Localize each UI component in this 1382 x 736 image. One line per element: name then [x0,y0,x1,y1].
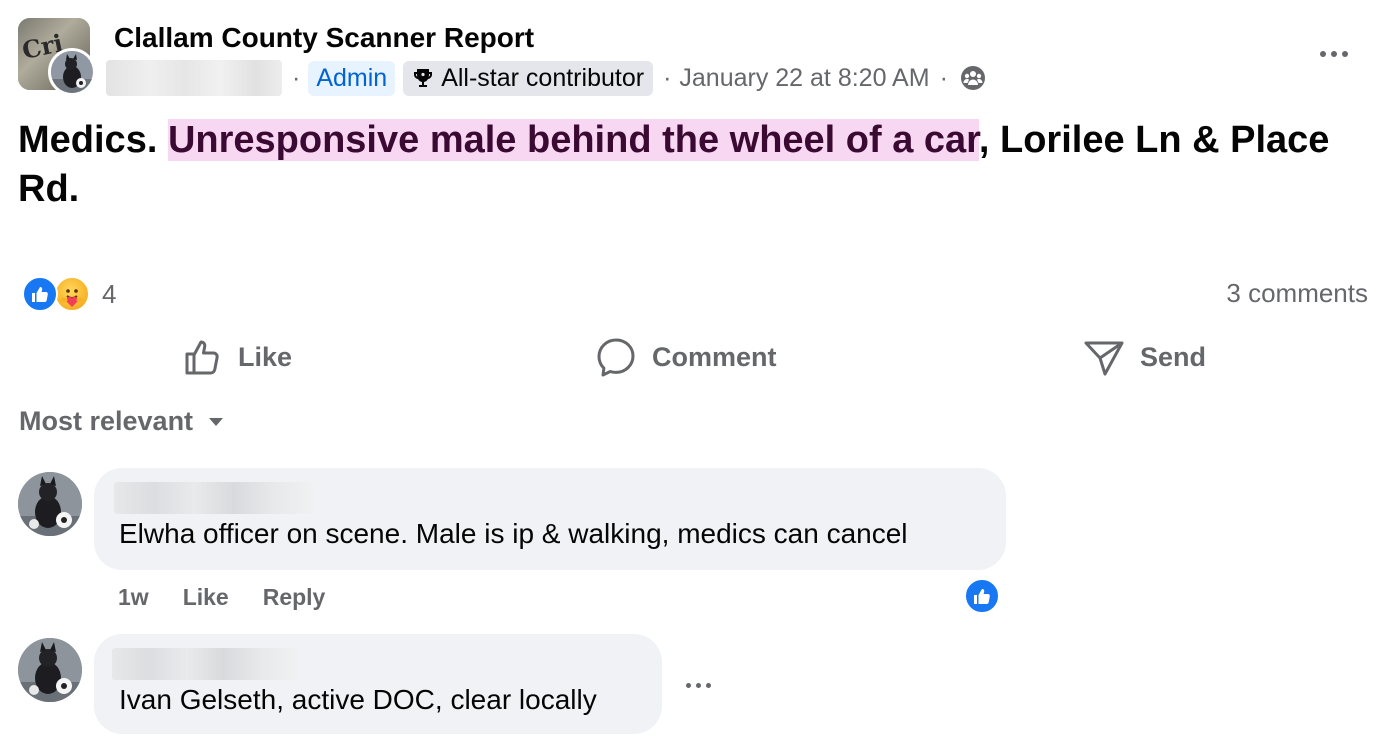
comment-reply-link[interactable]: Reply [263,584,326,611]
comment-bubble: Ivan Gelseth, active DOC, clear locally [94,634,662,734]
comment-text: Ivan Gelseth, active DOC, clear locally [119,684,597,715]
commenter-avatar[interactable] [18,472,82,536]
post-text: Medics. Unresponsive male behind the whe… [18,116,1364,214]
commenter-name-redacted[interactable] [112,648,298,680]
dog-avatar-icon [18,638,82,702]
commenter-name-redacted[interactable] [114,482,314,514]
contributor-badge-label: All-star contributor [441,63,645,92]
thumbs-up-icon [185,340,219,375]
commenter-avatar[interactable] [18,638,82,702]
trophy-icon [414,69,433,87]
post-text-highlight: Unresponsive male behind the wheel of a … [167,119,979,161]
comment-like-link[interactable]: Like [183,584,229,611]
separator-dot: · [292,63,301,92]
comment-time[interactable]: 1w [118,584,149,611]
comment-sort-dropdown[interactable]: Most relevant [19,406,225,437]
post-text-prefix: Medics. [18,119,168,161]
like-icon[interactable] [964,578,1000,614]
group-members-icon[interactable] [960,65,986,91]
comment-more-icon[interactable] [686,683,711,688]
comments-count[interactable]: 3 comments [1226,278,1368,309]
comment-actions: 1w Like Reply [118,584,325,611]
like-icon [22,276,58,312]
comment-button-label: Comment [652,341,777,372]
dog-avatar-icon [51,51,93,93]
sort-label: Most relevant [19,406,194,436]
post-timestamp[interactable]: January 22 at 8:20 AM [679,64,929,93]
author-name-redacted[interactable] [106,60,282,96]
send-button[interactable]: Send [1082,330,1206,384]
more-options-icon[interactable] [1314,42,1354,66]
comment-bubble-icon [597,338,635,377]
reactions-summary[interactable]: 4 [22,276,116,312]
comment-bubble: Elwha officer on scene. Male is ip & wal… [94,468,1006,570]
comment-button[interactable]: Comment [594,330,777,384]
contributor-badge[interactable]: All-star contributor [403,60,654,96]
like-button-label: Like [238,341,293,372]
post-meta: · Admin All-star contributor · January 2… [106,58,986,98]
separator-dot: · [663,63,672,92]
admin-badge[interactable]: Admin [308,60,396,96]
dog-avatar-icon [18,472,82,536]
reaction-count: 4 [102,278,117,309]
author-avatar[interactable] [48,48,96,96]
send-button-label: Send [1140,341,1207,372]
separator-dot: · [939,63,948,92]
send-icon [1084,341,1124,376]
caret-down-icon [209,417,224,426]
care-icon [54,276,90,312]
group-name[interactable]: Clallam County Scanner Report [114,22,534,54]
comment-text: Elwha officer on scene. Male is ip & wal… [119,518,908,549]
like-button[interactable]: Like [182,330,292,384]
